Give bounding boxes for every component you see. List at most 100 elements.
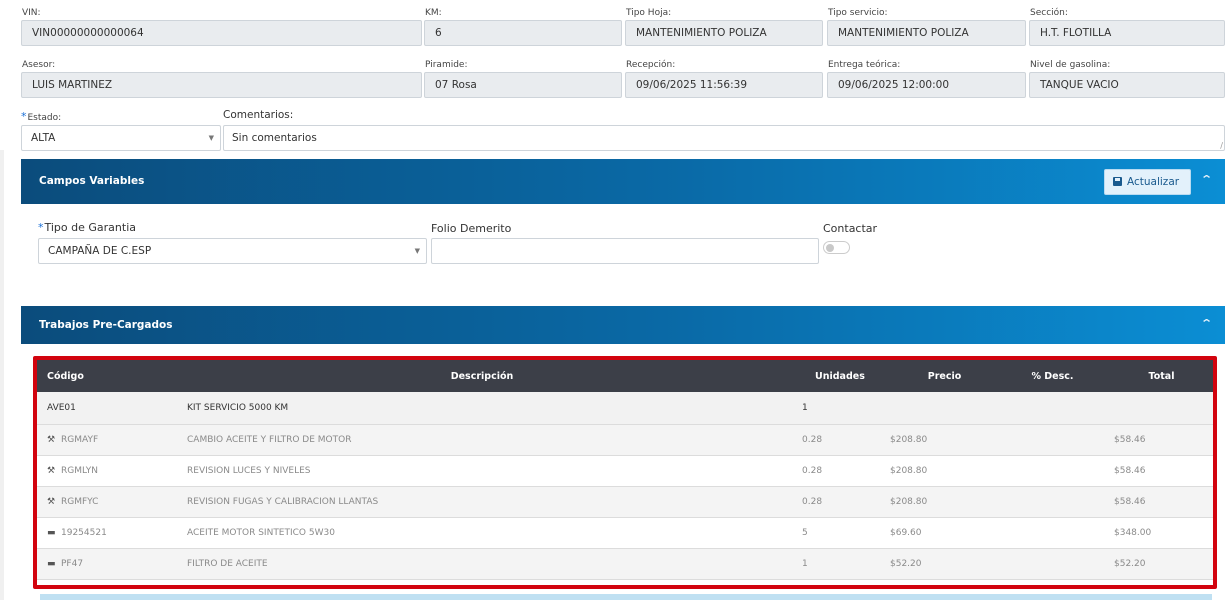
required-mark: *	[21, 110, 27, 123]
cell-codigo-text: PF47	[61, 558, 84, 569]
cell-precio: $208.80	[880, 455, 995, 487]
cell-unidades: 0.28	[787, 486, 880, 518]
cell-total-text: $58.46	[1114, 496, 1146, 507]
tipo-garantia-select[interactable]: CAMPAÑA DE C.ESP ▼	[38, 238, 427, 264]
col-total[interactable]: Total	[1110, 360, 1213, 392]
chevron-up-icon[interactable]: ⌃	[1200, 173, 1213, 186]
seccion-label: Sección:	[1030, 8, 1068, 18]
km-label: KM:	[425, 8, 442, 18]
cell-codigo-text: AVE01	[47, 402, 76, 413]
cell-precio-text: $208.80	[890, 465, 928, 476]
chevron-up-icon[interactable]: ⌃	[1200, 317, 1213, 330]
required-mark: *	[38, 221, 44, 234]
nivel-gasolina-field[interactable]: TANQUE VACIO	[1029, 72, 1225, 98]
table-row[interactable]: ▬ 19254521 ACEITE MOTOR SINTETICO 5W30 5 $69…	[37, 517, 1213, 549]
cell-total	[1110, 392, 1213, 425]
cell-total-text: $58.46	[1114, 465, 1146, 476]
cell-total: $52.20	[1110, 548, 1213, 580]
campos-variables-header[interactable]: Campos Variables Actualizar ⌃	[21, 159, 1225, 204]
cell-precio-text: $69.60	[890, 527, 922, 538]
km-field[interactable]: 6	[424, 20, 622, 46]
nivel-gasolina-label: Nivel de gasolina:	[1030, 60, 1111, 70]
estado-select[interactable]: ALTA ▼	[21, 125, 221, 151]
cell-descripcion-text: CAMBIO ACEITE Y FILTRO DE MOTOR	[187, 434, 352, 445]
recepcion-field[interactable]: 09/06/2025 11:56:39	[625, 72, 823, 98]
cell-descripcion-text: FILTRO DE ACEITE	[187, 558, 268, 569]
cell-total-text: $348.00	[1114, 527, 1152, 538]
cell-unidades-text: 1	[802, 402, 808, 413]
left-edge	[0, 150, 4, 600]
cell-unidades-text: 1	[802, 558, 808, 569]
vin-field[interactable]: VIN00000000000064	[21, 20, 422, 46]
tipo-servicio-label: Tipo servicio:	[828, 8, 888, 18]
cell-precio	[880, 392, 995, 425]
cell-descuento	[995, 517, 1110, 549]
cell-descripcion: REVISION LUCES Y NIVELES	[177, 455, 787, 487]
cell-descuento	[995, 455, 1110, 487]
col-unidades[interactable]: Unidades	[787, 360, 880, 392]
wrench-icon: ⚒	[47, 496, 56, 507]
cell-unidades-text: 0.28	[802, 496, 823, 507]
cell-precio-text: $52.20	[890, 558, 922, 569]
cell-unidades: 5	[787, 517, 880, 549]
estado-value: ALTA	[31, 132, 56, 144]
cell-total-text: $52.20	[1114, 558, 1146, 569]
cell-descripcion: CAMBIO ACEITE Y FILTRO DE MOTOR	[177, 424, 787, 456]
cell-codigo-text: RGMFYC	[61, 496, 99, 507]
toggle-knob	[826, 244, 834, 252]
cell-descripcion-text: REVISION LUCES Y NIVELES	[187, 465, 311, 476]
table-row[interactable]: ⚒ RGMLYN REVISION LUCES Y NIVELES 0.28 $208.…	[37, 455, 1213, 487]
col-codigo[interactable]: Código	[37, 360, 177, 392]
comentarios-textarea[interactable]: Sin comentarios ∕	[223, 125, 1225, 151]
cell-codigo: ⚒ RGMFYC	[37, 486, 177, 518]
cell-precio: $208.80	[880, 486, 995, 518]
table-row[interactable]: ▬ PF47 FILTRO DE ACEITE 1 $52.20 $52.20	[37, 548, 1213, 580]
cell-total: $58.46	[1110, 455, 1213, 487]
asesor-field[interactable]: LUIS MARTINEZ	[21, 72, 422, 98]
tipo-garantia-label: *Tipo de Garantia	[38, 221, 136, 234]
table-row[interactable]: AVE01 KIT SERVICIO 5000 KM 1	[37, 392, 1213, 425]
contactar-toggle[interactable]	[823, 241, 850, 254]
tipo-garantia-label-text: Tipo de Garantia	[44, 221, 137, 234]
seccion-field[interactable]: H.T. FLOTILLA	[1029, 20, 1225, 46]
cell-codigo: ⚒ RGMAYF	[37, 424, 177, 456]
piramide-field[interactable]: 07 Rosa	[424, 72, 622, 98]
piramide-label: Piramide:	[425, 60, 468, 70]
trabajos-title: Trabajos Pre-Cargados	[39, 319, 173, 331]
bottom-scroll-bar	[40, 594, 1212, 600]
col-descuento[interactable]: % Desc.	[995, 360, 1110, 392]
cell-total: $58.46	[1110, 486, 1213, 518]
cell-unidades: 0.28	[787, 424, 880, 456]
col-precio[interactable]: Precio	[880, 360, 995, 392]
resize-handle-icon[interactable]: ∕	[1220, 141, 1223, 150]
cell-unidades: 1	[787, 548, 880, 580]
cell-descripcion: KIT SERVICIO 5000 KM	[177, 392, 787, 425]
folio-demerito-label: Folio Demerito	[431, 222, 512, 235]
actualizar-button[interactable]: Actualizar	[1104, 169, 1191, 195]
estado-label-text: Estado:	[27, 113, 62, 123]
cell-precio: $69.60	[880, 517, 995, 549]
recepcion-label: Recepción:	[626, 60, 676, 70]
tipo-servicio-field[interactable]: MANTENIMIENTO POLIZA	[827, 20, 1026, 46]
cell-codigo: ⚒ RGMLYN	[37, 455, 177, 487]
folio-demerito-input[interactable]	[431, 238, 819, 264]
entrega-teorica-field[interactable]: 09/06/2025 12:00:00	[827, 72, 1026, 98]
tipo-hoja-field[interactable]: MANTENIMIENTO POLIZA	[625, 20, 823, 46]
table-row[interactable]: ⚒ RGMFYC REVISION FUGAS Y CALIBRACION LLAN…	[37, 486, 1213, 518]
trabajos-header[interactable]: Trabajos Pre-Cargados ⌃	[21, 306, 1225, 344]
table-row[interactable]: ⚒ RGMAYF CAMBIO ACEITE Y FILTRO DE MOTOR 0.…	[37, 424, 1213, 456]
cell-unidades: 1	[787, 392, 880, 425]
cell-precio-text: $208.80	[890, 496, 928, 507]
part-icon: ▬	[47, 558, 56, 569]
col-descripcion[interactable]: Descripción	[177, 360, 787, 392]
chevron-down-icon: ▼	[208, 134, 214, 142]
cell-descripcion-text: ACEITE MOTOR SINTETICO 5W30	[187, 527, 335, 538]
actualizar-label: Actualizar	[1127, 176, 1180, 188]
cell-precio: $52.20	[880, 548, 995, 580]
cell-codigo-text: RGMAYF	[61, 434, 99, 445]
cell-codigo: ▬ 19254521	[37, 517, 177, 549]
contactar-label: Contactar	[823, 222, 878, 235]
trabajos-table-highlight: Código Descripción Unidades Precio % Des…	[33, 356, 1217, 589]
estado-label: *Estado:	[21, 110, 61, 123]
comentarios-label: Comentarios:	[223, 109, 294, 121]
